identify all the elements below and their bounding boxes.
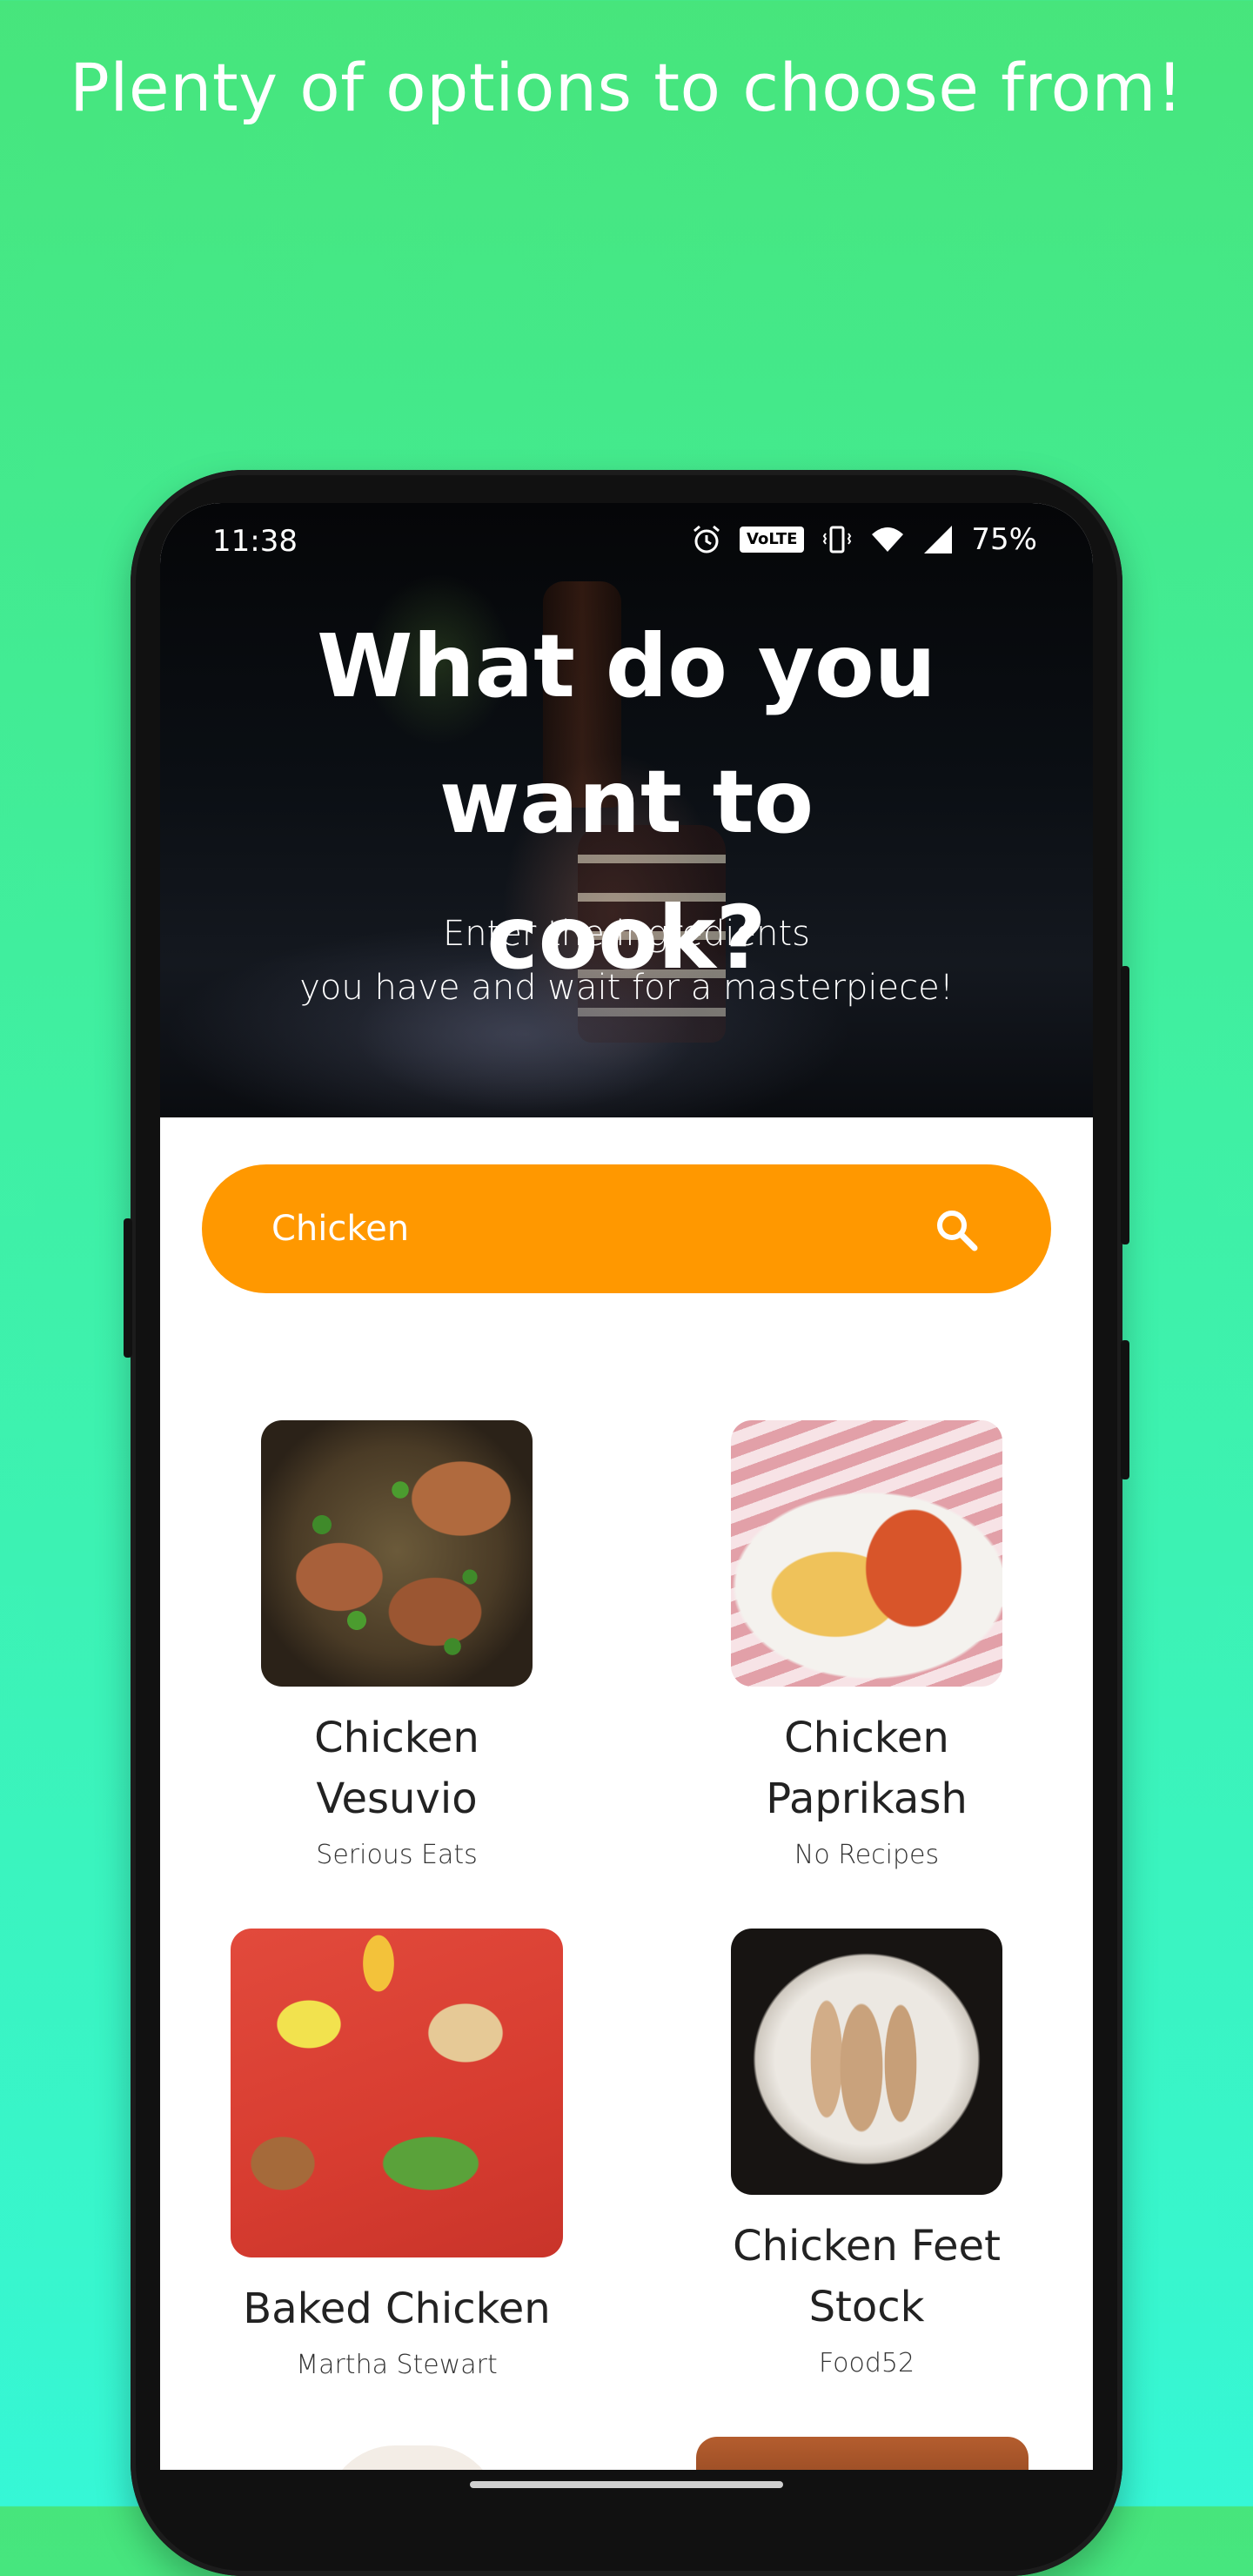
recipe-card[interactable]: Chicken Paprikash No Recipes <box>658 1420 1075 1873</box>
search-icon[interactable] <box>933 1206 982 1255</box>
volte-badge: VoLTE <box>740 527 805 553</box>
recipe-source: Serious Eats <box>316 1840 478 1870</box>
recipe-image[interactable] <box>731 1929 1002 2195</box>
recipe-source: No Recipes <box>794 1840 940 1870</box>
recipe-name: Chicken Feet Stock <box>733 2222 1001 2331</box>
recipe-image[interactable] <box>231 1929 563 2257</box>
volume-button <box>124 1218 132 1358</box>
hero-subtitle-line-2: you have and wait for a masterpiece! <box>299 968 954 1008</box>
search-input[interactable] <box>270 1197 882 1260</box>
status-time: 11:38 <box>212 524 298 559</box>
battery-level: 75% <box>971 522 1037 557</box>
side-key <box>1121 1340 1129 1479</box>
search-bar[interactable] <box>202 1164 1051 1293</box>
next-recipe-image-peek[interactable] <box>325 2445 499 2470</box>
recipe-card[interactable]: Chicken Vesuvio Serious Eats <box>188 1420 606 1873</box>
power-button <box>1121 966 1129 1244</box>
recipe-card[interactable]: Chicken Feet Stock Food52 <box>658 1929 1075 2381</box>
vibrate-icon <box>823 526 852 553</box>
signal-icon <box>924 526 953 553</box>
recipe-name: Chicken Paprikash <box>766 1714 968 1823</box>
promo-title: Plenty of options to choose from! <box>69 49 1184 126</box>
recipe-source: Food52 <box>818 2348 915 2378</box>
status-icons: VoLTE 75% <box>689 522 1037 557</box>
recipe-card[interactable]: Baked Chicken Martha Stewart <box>188 1929 606 2383</box>
hero-subtitle-line-1: Enter the ingredients <box>442 914 811 954</box>
recipe-source: Martha Stewart <box>296 2350 498 2380</box>
home-indicator[interactable] <box>470 2481 783 2488</box>
app-screen: 11:38 VoLTE 75% What do you want to cook… <box>160 503 1093 2470</box>
recipe-image[interactable] <box>261 1420 533 1687</box>
next-recipe-image-peek[interactable] <box>696 2437 1029 2470</box>
wifi-icon <box>872 527 904 552</box>
status-bar: 11:38 VoLTE 75% <box>160 503 1093 581</box>
phone-chin <box>160 2470 1093 2506</box>
alarm-icon <box>694 525 720 553</box>
recipe-name: Baked Chicken <box>243 2284 551 2333</box>
hero-subtitle: Enter the ingredients you have and wait … <box>160 907 1093 1015</box>
recipe-name: Chicken Vesuvio <box>314 1714 479 1823</box>
recipe-image[interactable] <box>731 1420 1002 1687</box>
hero-banner: 11:38 VoLTE 75% What do you want to cook… <box>160 503 1093 1117</box>
